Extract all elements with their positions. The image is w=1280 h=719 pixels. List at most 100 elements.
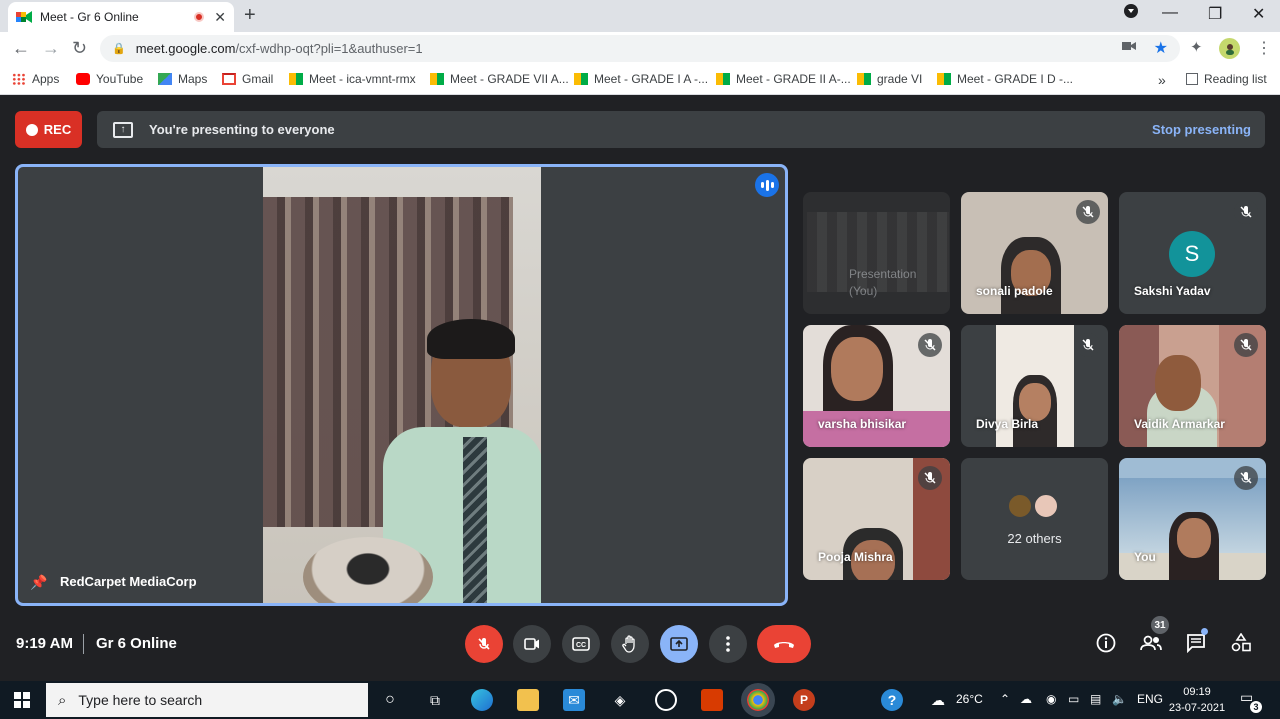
powerpoint-icon[interactable]: P xyxy=(793,689,815,711)
weather-cloud-icon[interactable]: ☁ xyxy=(927,689,949,711)
bookmark-meet-ica[interactable]: Meet - ica-vmnt-rmx xyxy=(289,72,416,86)
main-video-feed xyxy=(263,167,541,603)
reading-list-label: Reading list xyxy=(1204,72,1267,86)
meet-icon xyxy=(716,73,730,85)
windows-start-icon[interactable] xyxy=(14,692,30,708)
network-icon[interactable]: ▤ xyxy=(1090,692,1101,706)
file-explorer-icon[interactable] xyxy=(517,689,539,711)
captions-button[interactable]: CC xyxy=(562,625,600,663)
edge-browser-icon[interactable] xyxy=(471,689,493,711)
tab-close-icon[interactable]: ✕ xyxy=(214,9,226,26)
search-icon: ⌕ xyxy=(58,691,67,709)
url-path: /cxf-wdhp-oqt?pli=1&authuser=1 xyxy=(235,41,423,56)
participant-tile-presentation[interactable]: Presentation (You) xyxy=(803,192,950,314)
tray-expand-icon[interactable]: ⌃ xyxy=(1000,692,1010,706)
meet-area: REC ↑ You're presenting to everyone Stop… xyxy=(0,96,1280,680)
mic-off-icon xyxy=(918,333,942,357)
recording-indicator-icon xyxy=(194,12,205,22)
bookmark-maps[interactable]: Maps xyxy=(158,72,207,86)
presenting-banner: ↑ You're presenting to everyone Stop pre… xyxy=(97,111,1265,148)
participant-tile-sonali[interactable]: sonali padole xyxy=(961,192,1108,314)
participant-tile-vaidik[interactable]: Vaidik Armarkar xyxy=(1119,325,1266,447)
more-bookmarks-button[interactable]: » xyxy=(1158,72,1166,88)
profile-avatar[interactable] xyxy=(1219,38,1240,59)
chrome-icon[interactable] xyxy=(747,689,769,711)
mic-off-icon xyxy=(1234,466,1258,490)
tab-search-icon[interactable] xyxy=(1124,4,1138,23)
maps-icon xyxy=(158,73,172,85)
participant-name: Sakshi Yadav xyxy=(1134,284,1211,298)
camera-indicator-icon[interactable] xyxy=(1122,40,1136,55)
activities-shapes-icon xyxy=(1231,633,1251,652)
bookmark-label: Apps xyxy=(32,72,60,86)
bookmark-meet-grade7a[interactable]: Meet - GRADE VII A... xyxy=(430,72,569,86)
divider xyxy=(83,634,84,654)
participant-tile-divya[interactable]: Divya Birla xyxy=(961,325,1108,447)
new-tab-button[interactable]: + xyxy=(244,4,256,27)
battery-icon[interactable]: ▭ xyxy=(1068,692,1079,706)
pin-icon[interactable]: 📌 xyxy=(30,574,47,591)
bookmark-meet-grade1d[interactable]: Meet - GRADE I D -... xyxy=(937,72,1073,86)
onedrive-icon[interactable]: ☁ xyxy=(1020,692,1032,706)
recording-button[interactable]: REC xyxy=(15,111,82,148)
reload-icon[interactable]: ↻ xyxy=(72,38,87,59)
language-indicator[interactable]: ENG xyxy=(1137,692,1163,706)
meet-icon xyxy=(430,73,444,85)
present-now-button[interactable] xyxy=(660,625,698,663)
taskbar-search-input[interactable]: ⌕ Type here to search xyxy=(46,683,368,717)
more-options-button[interactable] xyxy=(709,625,747,663)
bookmark-label: Meet - GRADE I D -... xyxy=(957,72,1074,86)
temperature-label[interactable]: 26°C xyxy=(956,692,983,706)
window-close-icon[interactable]: ✕ xyxy=(1252,4,1265,24)
raise-hand-button[interactable] xyxy=(611,625,649,663)
minimize-icon[interactable]: — xyxy=(1162,4,1178,22)
office-icon[interactable] xyxy=(701,689,723,711)
meeting-details-button[interactable] xyxy=(1092,629,1120,657)
main-video-tile[interactable]: 📌 RedCarpet MediaCorp xyxy=(15,164,788,606)
browser-tab[interactable]: Meet - Gr 6 Online ✕ xyxy=(8,2,234,32)
activities-button[interactable] xyxy=(1227,629,1255,657)
forward-arrow-icon[interactable]: → xyxy=(42,38,60,59)
leave-call-button[interactable] xyxy=(757,625,811,663)
microphone-toggle-button[interactable] xyxy=(465,625,503,663)
participant-name: Divya Birla xyxy=(976,417,1039,431)
participant-tile-others[interactable]: 22 others xyxy=(961,458,1108,580)
volume-icon[interactable]: 🔈 xyxy=(1112,692,1127,706)
avatar xyxy=(1033,493,1059,519)
bookmark-star-icon[interactable]: ★ xyxy=(1154,38,1168,58)
bookmark-youtube[interactable]: YouTube xyxy=(76,72,143,86)
task-view-icon[interactable]: ⧉ xyxy=(424,689,446,711)
participant-tile-varsha[interactable]: varsha bhisikar xyxy=(803,325,950,447)
location-icon[interactable]: ◉ xyxy=(1046,692,1056,706)
extensions-icon[interactable]: ✦ xyxy=(1190,38,1203,56)
mic-off-icon xyxy=(918,466,942,490)
participant-tile-you[interactable]: You xyxy=(1119,458,1266,580)
reading-list-button[interactable]: Reading list xyxy=(1186,72,1267,86)
url-input[interactable]: 🔒 meet.google.com/cxf-wdhp-oqt?pli=1&aut… xyxy=(100,35,1180,62)
dropbox-icon[interactable]: ◈ xyxy=(609,689,631,711)
mail-icon[interactable]: ✉ xyxy=(563,689,585,711)
back-arrow-icon[interactable]: ← xyxy=(12,38,30,59)
bookmark-meet-grade2a[interactable]: Meet - GRADE II A-... xyxy=(716,72,851,86)
system-clock[interactable]: 09:19 23-07-2021 xyxy=(1168,684,1226,716)
maximize-icon[interactable]: ❐ xyxy=(1208,4,1222,24)
participant-tile-pooja[interactable]: Pooja Mishra xyxy=(803,458,950,580)
windows-taskbar: ⌕ Type here to search ○ ⧉ ✉ ◈ P ? ☁ 26°C… xyxy=(0,681,1280,719)
rec-label: REC xyxy=(43,122,72,137)
bookmark-label: YouTube xyxy=(96,72,144,86)
presentation-label: Presentation (You) xyxy=(849,267,917,298)
bookmark-apps[interactable]: Apps xyxy=(12,72,59,86)
participant-name: Vaidik Armarkar xyxy=(1134,417,1225,431)
participant-tile-sakshi[interactable]: S Sakshi Yadav xyxy=(1119,192,1266,314)
app-circle-icon[interactable] xyxy=(655,689,677,711)
browser-menu-icon[interactable]: ⋮ xyxy=(1256,38,1272,58)
bookmark-meet-grade1a[interactable]: Meet - GRADE I A -... xyxy=(574,72,708,86)
help-icon[interactable]: ? xyxy=(881,689,903,711)
camera-toggle-button[interactable] xyxy=(513,625,551,663)
stop-presenting-button[interactable]: Stop presenting xyxy=(1152,122,1251,137)
main-participant-name: RedCarpet MediaCorp xyxy=(60,574,197,589)
bookmark-gmail[interactable]: Gmail xyxy=(222,72,273,86)
bookmark-label: Meet - ica-vmnt-rmx xyxy=(309,72,416,86)
cortana-icon[interactable]: ○ xyxy=(379,689,401,711)
bookmark-grade6[interactable]: grade VI xyxy=(857,72,922,86)
